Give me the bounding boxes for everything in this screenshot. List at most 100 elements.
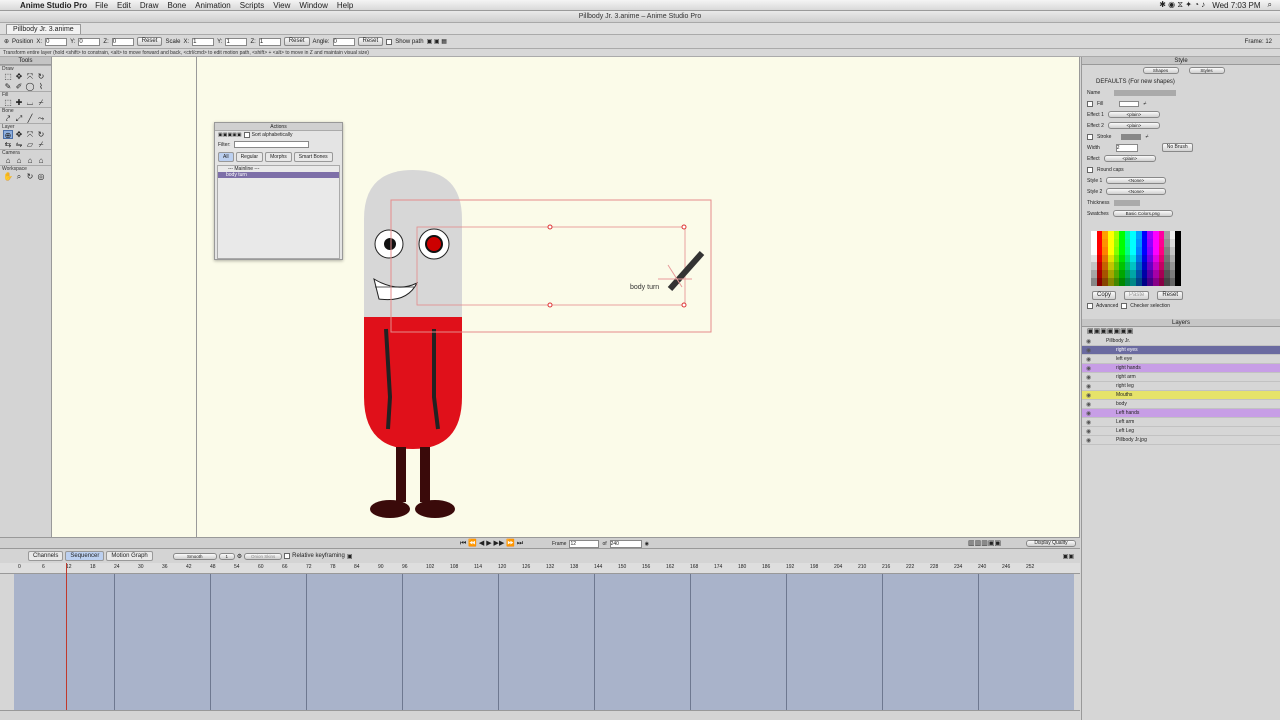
visibility-eye-icon[interactable]: ◉ <box>1086 392 1094 399</box>
color-swatch[interactable] <box>1175 262 1181 271</box>
playhead[interactable] <box>66 563 67 710</box>
frame-input[interactable]: 12 <box>569 540 600 548</box>
shapes-dropdown[interactable]: Shapes <box>1142 67 1179 74</box>
document-tab[interactable]: Pillbody Jr. 3.anime <box>6 24 81 34</box>
onion-skins-dropdown[interactable]: Onion Skins <box>244 552 283 560</box>
stroke-checkbox[interactable] <box>1087 133 1093 140</box>
timeline-ruler[interactable]: 0 6 12 18 24 30 36 42 48 54 60 66 72 78 84 90 96 102 108 11… <box>0 563 1080 574</box>
effect1-dropdown[interactable]: <plain> <box>1107 111 1160 118</box>
shape-icon[interactable]: ◯ <box>25 82 35 91</box>
select-shape-icon[interactable]: ⬚ <box>3 98 13 107</box>
effect-dropdown[interactable]: <plain> <box>1103 155 1156 162</box>
width-input[interactable]: 2 <box>1115 143 1138 152</box>
scale-z-input[interactable]: 1 <box>258 37 281 46</box>
add-point-icon[interactable]: ✎ <box>3 82 13 91</box>
curvature-icon[interactable]: ⌇ <box>36 82 46 91</box>
spotlight-icon[interactable]: ⌕ <box>1268 0 1272 10</box>
layer-row[interactable]: ◉ body <box>1082 400 1280 409</box>
color-swatch[interactable] <box>1175 238 1181 247</box>
layer-row[interactable]: ◉ left eye <box>1082 355 1280 364</box>
relative-keyframing-checkbox[interactable] <box>284 553 291 559</box>
actions-tab-all[interactable]: All <box>218 152 234 162</box>
select-points-icon[interactable]: ⬚ <box>3 72 13 81</box>
scale-layer-icon[interactable]: ⤧ <box>25 130 35 139</box>
translate-points-icon[interactable]: ✥ <box>14 72 24 81</box>
menu-view[interactable]: View <box>273 1 290 10</box>
pan-workspace-icon[interactable]: ✋ <box>3 172 13 181</box>
visibility-eye-icon[interactable]: ◉ <box>1086 437 1094 444</box>
styles-dropdown[interactable]: Styles <box>1188 67 1225 74</box>
menu-window[interactable]: Window <box>299 1 327 10</box>
zoom-workspace-icon[interactable]: ⌕ <box>14 172 24 181</box>
pill-body[interactable] <box>364 170 462 449</box>
thickness-field[interactable] <box>1113 199 1140 206</box>
eyedropper-icon[interactable]: ⌿ <box>36 98 46 107</box>
actions-tab-smart-bones[interactable]: Smart Bones <box>293 152 333 162</box>
app-menu[interactable]: Anime Studio Pro <box>20 1 87 10</box>
menu-scripts[interactable]: Scripts <box>240 1 264 10</box>
color-swatch[interactable] <box>1175 278 1181 286</box>
tab-sequencer[interactable]: Sequencer <box>65 551 105 561</box>
color-swatch[interactable] <box>1175 231 1181 239</box>
visibility-eye-icon[interactable]: ◉ <box>1086 401 1094 408</box>
add-bone-icon[interactable]: ╱ <box>25 114 35 123</box>
style-reset-button[interactable]: Reset <box>1157 291 1184 300</box>
loop-icon[interactable]: ◉ <box>645 541 649 547</box>
no-brush-button[interactable]: No Brush <box>1161 143 1193 152</box>
style1-dropdown[interactable]: <None> <box>1106 177 1167 184</box>
reset-scale-button[interactable]: Reset <box>283 37 310 46</box>
layer-row[interactable]: ◉ right leg <box>1082 382 1280 391</box>
roll-camera-icon[interactable]: ⌂ <box>25 156 35 165</box>
menu-bone[interactable]: Bone <box>167 1 186 10</box>
paint-bucket-icon[interactable]: ⌴ <box>25 98 35 107</box>
option-toggle-icons[interactable]: ▣ ▣ ▦ <box>427 38 447 45</box>
sort-alpha-checkbox[interactable] <box>243 132 250 138</box>
filter-input[interactable] <box>233 141 309 148</box>
actions-toolbar-icons[interactable]: ▣▣▣▣▣ <box>218 132 242 138</box>
show-path-checkbox[interactable] <box>386 38 393 45</box>
angle-input[interactable]: 0 <box>332 37 355 46</box>
reparent-bone-icon[interactable]: ⤳ <box>36 114 46 123</box>
color-swatch[interactable] <box>1175 246 1181 255</box>
timeline-track-area[interactable] <box>14 574 1074 710</box>
layer-row[interactable]: ◉ right arm <box>1082 373 1280 382</box>
flip-layer-icon[interactable]: ⇋ <box>14 140 24 149</box>
interp-settings-icon[interactable]: ⚙ <box>237 553 242 560</box>
reset-angle-button[interactable]: Reset <box>357 37 384 46</box>
layer-row[interactable]: ◉ Left arm <box>1082 418 1280 427</box>
tab-motion-graph[interactable]: Motion Graph <box>106 551 153 561</box>
display-quality-dropdown[interactable]: Display Quality <box>1026 540 1076 547</box>
visibility-eye-icon[interactable]: ◉ <box>1086 365 1094 372</box>
swatches-dropdown[interactable]: Basic Colors.png <box>1112 210 1173 217</box>
layer-row[interactable]: ◉ Left Leg <box>1082 427 1280 436</box>
playback-controls[interactable]: ⏮ ⏪ ◀ ▶ ▶▶ ⏩ ⏭ <box>460 539 523 548</box>
layer-eyedropper-icon[interactable]: ⌿ <box>36 140 46 149</box>
bone-translate-icon[interactable]: ⤢ <box>14 114 24 123</box>
zoom-camera-icon[interactable]: ⌂ <box>14 156 24 165</box>
position-y-input[interactable]: 0 <box>78 37 101 46</box>
fill-checkbox[interactable] <box>1087 100 1093 107</box>
interp-num-dropdown[interactable]: 1 <box>218 552 235 560</box>
menu-edit[interactable]: Edit <box>117 1 131 10</box>
fill-color-swatch[interactable] <box>1119 100 1140 107</box>
menu-animation[interactable]: Animation <box>195 1 231 10</box>
round-caps-checkbox[interactable] <box>1087 166 1093 173</box>
visibility-eye-icon[interactable]: ◉ <box>1086 374 1094 381</box>
layer-row[interactable]: ◉ Left hands <box>1082 409 1280 418</box>
scale-y-input[interactable]: 1 <box>225 37 248 46</box>
action-body-turn[interactable]: body turn <box>218 172 339 178</box>
color-swatch[interactable] <box>1175 254 1181 263</box>
visibility-eye-icon[interactable]: ◉ <box>1086 419 1094 426</box>
timeline-option-icon[interactable]: ▣ <box>347 553 353 560</box>
legs[interactable] <box>370 447 455 518</box>
canvas[interactable]: body turn <box>52 57 1080 537</box>
view-mode-icons[interactable]: ▥▥▥▣▣ <box>968 539 1001 547</box>
layer-row[interactable]: ◉ Mouths <box>1082 391 1280 400</box>
copy-button[interactable]: Copy <box>1092 291 1117 300</box>
name-input[interactable] <box>1114 89 1177 96</box>
rotate-layer-icon[interactable]: ↻ <box>36 130 46 139</box>
create-shape-icon[interactable]: ✚ <box>14 98 24 107</box>
position-x-input[interactable]: 0 <box>45 37 68 46</box>
visibility-eye-icon[interactable]: ◉ <box>1086 410 1094 417</box>
select-bone-icon[interactable]: ⤤ <box>3 114 13 123</box>
